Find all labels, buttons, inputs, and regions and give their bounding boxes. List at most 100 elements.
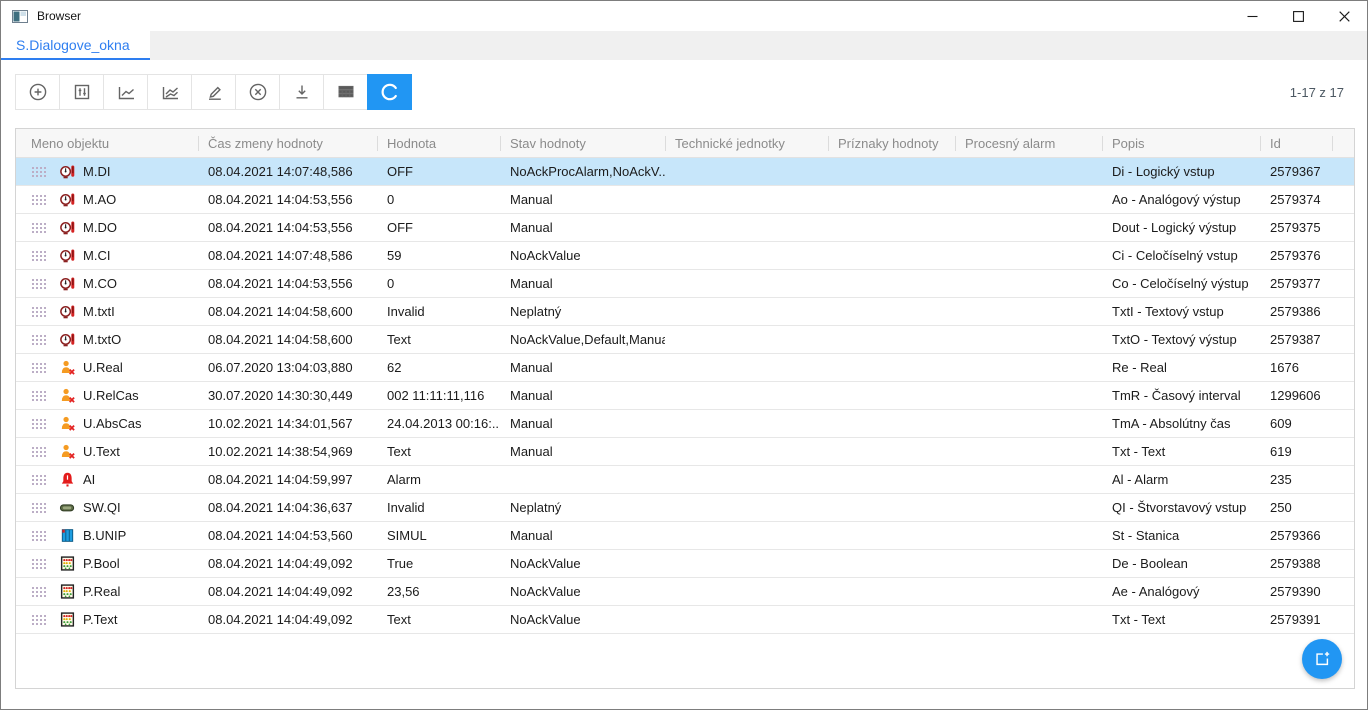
cell-tech_units xyxy=(665,410,828,437)
cell-tech_units xyxy=(665,326,828,353)
multi-graph-button[interactable] xyxy=(147,74,192,110)
cell-status: Manual xyxy=(500,270,665,297)
table-row[interactable]: M.CO08.04.2021 14:04:53,5560ManualCo - C… xyxy=(16,270,1354,298)
column-header-proc_alarm[interactable]: Procesný alarm xyxy=(955,129,1102,157)
cell-tech_units xyxy=(665,354,828,381)
maximize-button[interactable] xyxy=(1275,1,1321,31)
station-icon xyxy=(59,527,76,544)
column-header-popis[interactable]: Popis xyxy=(1102,129,1260,157)
refresh-button[interactable] xyxy=(367,74,412,110)
object-name: M.CI xyxy=(83,248,110,263)
drag-handle[interactable] xyxy=(31,418,46,429)
cell-id: 2579367 xyxy=(1260,158,1332,185)
cell-name: M.CO xyxy=(16,270,198,297)
table-row[interactable]: P.Text08.04.2021 14:04:49,092TextNoAckVa… xyxy=(16,606,1354,634)
drag-handle[interactable] xyxy=(31,474,46,485)
tab-s-dialogove-okna[interactable]: S.Dialogove_okna xyxy=(1,31,150,60)
cell-status: Manual xyxy=(500,522,665,549)
drag-handle[interactable] xyxy=(31,390,46,401)
abacus-icon xyxy=(59,583,76,600)
add-button[interactable] xyxy=(15,74,60,110)
table-button[interactable] xyxy=(323,74,368,110)
column-header-name[interactable]: Meno objektu xyxy=(16,129,198,157)
toolbar-row: 1-17 z 17 xyxy=(15,74,1353,110)
close-button[interactable] xyxy=(1321,1,1367,31)
table-row[interactable]: M.DI08.04.2021 14:07:48,586OFFNoAckProcA… xyxy=(16,158,1354,186)
drag-handle[interactable] xyxy=(31,278,46,289)
cell-spacer xyxy=(1332,354,1354,381)
table-row[interactable]: M.DO08.04.2021 14:04:53,556OFFManualDout… xyxy=(16,214,1354,242)
cell-id: 609 xyxy=(1260,410,1332,437)
drag-handle[interactable] xyxy=(31,166,46,177)
table-row[interactable]: U.RelCas30.07.2020 14:30:30,449002 11:11… xyxy=(16,382,1354,410)
table-row[interactable]: M.CI08.04.2021 14:07:48,58659NoAckValueC… xyxy=(16,242,1354,270)
cell-value: 0 xyxy=(377,186,500,213)
table-row[interactable]: B.UNIP08.04.2021 14:04:53,560SIMULManual… xyxy=(16,522,1354,550)
drag-handle[interactable] xyxy=(31,530,46,541)
object-name: P.Real xyxy=(83,584,120,599)
table-row[interactable]: P.Real08.04.2021 14:04:49,09223,56NoAckV… xyxy=(16,578,1354,606)
cell-spacer xyxy=(1332,494,1354,521)
drag-handle[interactable] xyxy=(31,334,46,345)
drag-handle[interactable] xyxy=(31,194,46,205)
column-header-value[interactable]: Hodnota xyxy=(377,129,500,157)
edit-button[interactable] xyxy=(191,74,236,110)
cell-id: 2579390 xyxy=(1260,578,1332,605)
cell-popis: Txt - Text xyxy=(1102,438,1260,465)
table-row[interactable]: M.txtO08.04.2021 14:04:58,600TextNoAckVa… xyxy=(16,326,1354,354)
object-name: U.AbsCas xyxy=(83,416,142,431)
drag-handle[interactable] xyxy=(31,558,46,569)
drag-handle[interactable] xyxy=(31,502,46,513)
cell-time: 10.02.2021 14:38:54,969 xyxy=(198,438,377,465)
cell-tech_units xyxy=(665,438,828,465)
table-row[interactable]: U.AbsCas10.02.2021 14:34:01,56724.04.201… xyxy=(16,410,1354,438)
graph-button[interactable] xyxy=(103,74,148,110)
table-row[interactable]: SW.QI08.04.2021 14:04:36,637InvalidNepla… xyxy=(16,494,1354,522)
cell-proc_alarm xyxy=(955,158,1102,185)
cell-spacer xyxy=(1332,522,1354,549)
table-body: M.DI08.04.2021 14:07:48,586OFFNoAckProcA… xyxy=(16,158,1354,634)
drag-handle[interactable] xyxy=(31,250,46,261)
new-window-plus-icon xyxy=(1313,650,1331,668)
drag-handle[interactable] xyxy=(31,362,46,373)
export-button[interactable] xyxy=(279,74,324,110)
drag-handle[interactable] xyxy=(31,614,46,625)
cell-flags xyxy=(828,354,955,381)
cell-status: Manual xyxy=(500,382,665,409)
object-name: M.txtI xyxy=(83,304,115,319)
cell-spacer xyxy=(1332,298,1354,325)
object-name: M.txtO xyxy=(83,332,121,347)
cell-status: Neplatný xyxy=(500,298,665,325)
column-header-flags[interactable]: Príznaky hodnoty xyxy=(828,129,955,157)
drag-handle[interactable] xyxy=(31,306,46,317)
minimize-icon xyxy=(1247,11,1258,22)
table-row[interactable]: P.Bool08.04.2021 14:04:49,092TrueNoAckVa… xyxy=(16,550,1354,578)
browser-window: Browser S.Dialogove_okna 1-17 z 17 Meno … xyxy=(0,0,1368,710)
abacus-icon xyxy=(59,611,76,628)
object-name: P.Text xyxy=(83,612,117,627)
cell-proc_alarm xyxy=(955,578,1102,605)
column-header-id[interactable]: Id xyxy=(1260,129,1332,157)
object-name: M.DI xyxy=(83,164,110,179)
table-row[interactable]: AI08.04.2021 14:04:59,997AlarmAl - Alarm… xyxy=(16,466,1354,494)
column-header-time[interactable]: Čas zmeny hodnoty xyxy=(198,129,377,157)
column-header-tech_units[interactable]: Technické jednotky xyxy=(665,129,828,157)
cell-spacer xyxy=(1332,326,1354,353)
table-row[interactable]: U.Text10.02.2021 14:38:54,969TextManualT… xyxy=(16,438,1354,466)
table-row[interactable]: U.Real06.07.2020 13:04:03,88062ManualRe … xyxy=(16,354,1354,382)
cell-value: 0 xyxy=(377,270,500,297)
cell-value: 62 xyxy=(377,354,500,381)
minimize-button[interactable] xyxy=(1229,1,1275,31)
drag-handle[interactable] xyxy=(31,586,46,597)
drag-handle[interactable] xyxy=(31,446,46,457)
cell-status: NoAckProcAlarm,NoAckV... xyxy=(500,158,665,185)
cell-flags xyxy=(828,466,955,493)
cell-flags xyxy=(828,522,955,549)
properties-button[interactable] xyxy=(59,74,104,110)
open-in-new-window-button[interactable] xyxy=(1302,639,1342,679)
drag-handle[interactable] xyxy=(31,222,46,233)
table-row[interactable]: M.txtI08.04.2021 14:04:58,600InvalidNepl… xyxy=(16,298,1354,326)
delete-button[interactable] xyxy=(235,74,280,110)
column-header-status[interactable]: Stav hodnoty xyxy=(500,129,665,157)
table-row[interactable]: M.AO08.04.2021 14:04:53,5560ManualAo - A… xyxy=(16,186,1354,214)
